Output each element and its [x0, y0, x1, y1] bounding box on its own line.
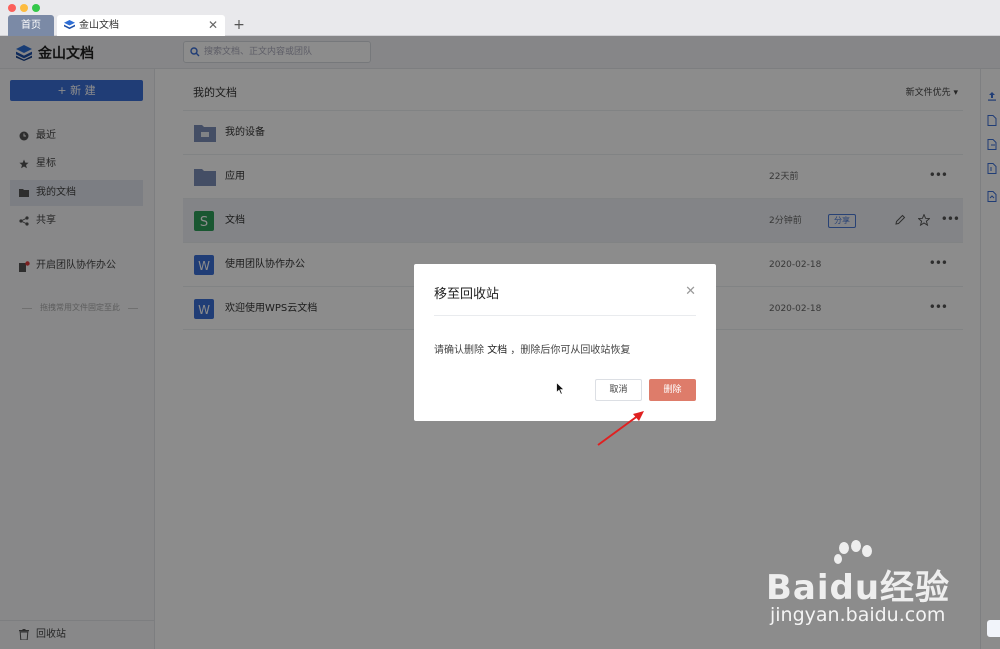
- move-to-recycle-dialog: 移至回收站 ✕ 请确认删除 文档 ，删除后你可从回收站恢复 取消 删除: [414, 264, 716, 421]
- tab-kdocs[interactable]: 金山文档 ✕: [57, 15, 225, 36]
- delete-button[interactable]: 删除: [649, 379, 696, 401]
- kdocs-logo-icon: [64, 20, 75, 30]
- cancel-button[interactable]: 取消: [595, 379, 642, 401]
- divider: [434, 315, 696, 316]
- message-file: 文档: [487, 345, 508, 356]
- window-titlebar: 首页 金山文档 ✕ +: [0, 0, 1000, 36]
- watermark-url: jingyan.baidu.com: [770, 604, 946, 626]
- watermark-brand: Baidu经验: [766, 568, 951, 608]
- dialog-message: 请确认删除 文档 ，删除后你可从回收站恢复: [434, 341, 630, 356]
- minimize-window-button[interactable]: [20, 4, 28, 12]
- tab-label: 金山文档: [79, 20, 119, 31]
- message-suffix: ，删除后你可从回收站恢复: [510, 345, 631, 356]
- watermark: Baidu经验 jingyan.baidu.com: [766, 540, 956, 630]
- close-icon[interactable]: ✕: [685, 284, 696, 299]
- close-tab-icon[interactable]: ✕: [208, 15, 218, 36]
- message-prefix: 请确认删除: [434, 345, 484, 356]
- annotation-arrow-icon: [597, 411, 644, 446]
- dialog-title: 移至回收站: [434, 287, 500, 302]
- mouse-cursor-icon: [556, 382, 565, 395]
- floating-helper-icon[interactable]: [987, 620, 1000, 637]
- new-tab-button[interactable]: +: [232, 15, 246, 35]
- tab-home[interactable]: 首页: [8, 15, 54, 36]
- close-window-button[interactable]: [8, 4, 16, 12]
- maximize-window-button[interactable]: [32, 4, 40, 12]
